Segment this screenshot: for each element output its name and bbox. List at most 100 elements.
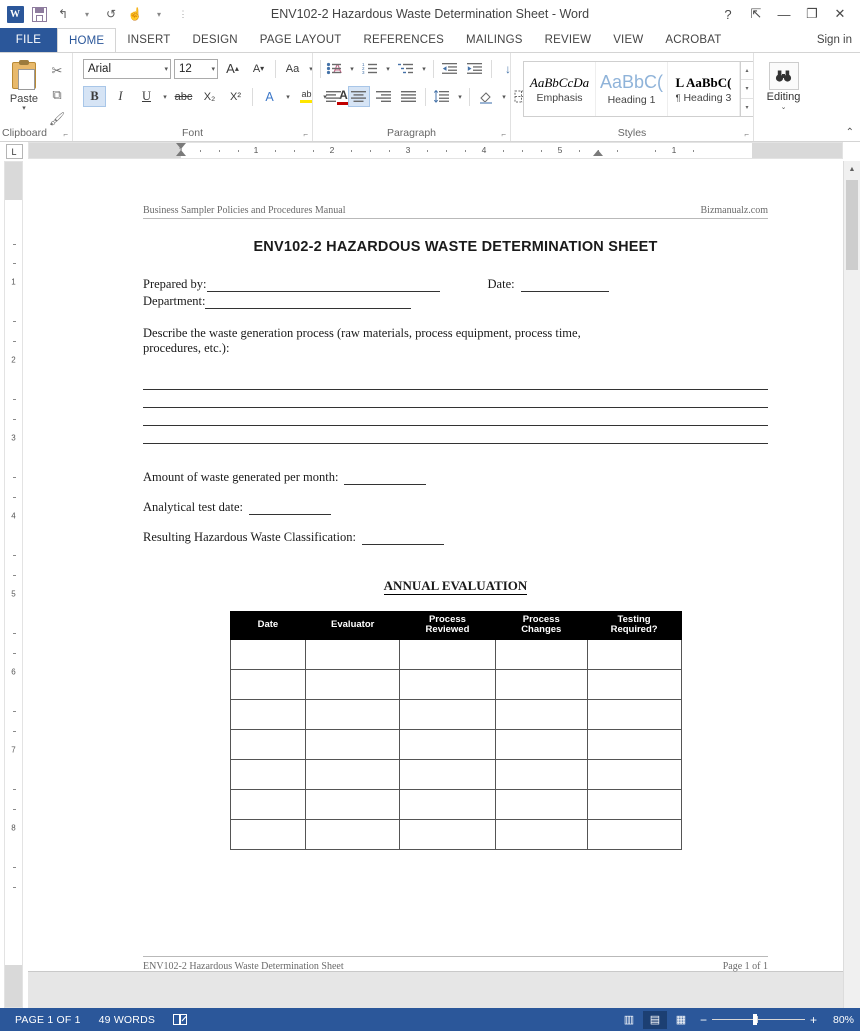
superscript-button[interactable]: X² [224,86,247,107]
tab-insert[interactable]: INSERT [116,28,181,52]
font-dialog-launcher[interactable]: ⌐ [303,130,308,139]
page-indicator[interactable]: PAGE 1 OF 1 [6,1014,90,1026]
change-case-icon[interactable]: Aa [281,58,304,79]
line-spacing-icon[interactable] [431,86,453,107]
styles-gallery-scroll[interactable]: ▴ ▾ ▾ [740,62,753,116]
amount-waste-field[interactable] [344,473,427,485]
clipboard-dialog-launcher[interactable]: ⌐ [63,130,68,139]
read-mode-icon[interactable]: ▥ [617,1011,641,1029]
italic-button[interactable]: I [109,86,132,107]
font-name-caret-icon[interactable]: ▾ [161,65,168,73]
shading-icon[interactable] [475,86,497,107]
description-line-3[interactable] [143,408,768,426]
numbering-icon[interactable]: 123 [359,58,381,79]
table-cell[interactable] [586,668,682,700]
table-cell[interactable] [305,638,401,670]
table-cell[interactable] [399,698,496,730]
table-cell[interactable] [494,668,588,700]
table-cell[interactable] [494,788,588,820]
tab-view[interactable]: VIEW [602,28,654,52]
shrink-font-icon[interactable]: A ▾ [247,58,270,79]
date-field[interactable] [520,280,609,292]
strikethrough-button[interactable]: abc [172,86,195,107]
zoom-level[interactable]: 80% [824,1014,854,1026]
table-cell[interactable] [494,638,588,670]
table-cell[interactable] [399,788,496,820]
bullets-icon[interactable] [323,58,345,79]
table-cell[interactable] [494,698,588,730]
minimize-icon[interactable]: — [770,2,798,26]
table-cell[interactable] [494,818,588,850]
table-cell[interactable] [494,758,588,790]
table-row[interactable] [229,638,682,670]
table-row[interactable] [229,728,682,760]
increase-indent-icon[interactable] [464,58,486,79]
table-cell[interactable] [229,668,307,700]
description-line-4[interactable] [143,426,768,444]
ribbon-display-options-icon[interactable]: ⇱ [742,2,770,26]
numbering-caret-icon[interactable]: ▾ [384,65,392,73]
tab-selector[interactable]: L [0,142,28,161]
editing-caret-icon[interactable]: ⌄ [781,103,787,111]
table-cell[interactable] [305,758,401,790]
web-layout-icon[interactable]: ▦ [669,1011,693,1029]
undo-icon[interactable]: ↰ [52,3,74,25]
table-cell[interactable] [305,788,401,820]
styles-scroll-up-icon[interactable]: ▴ [741,62,753,81]
zoom-slider[interactable]: − + [695,1014,822,1026]
editing-button[interactable]: Editing ⌄ [761,58,807,111]
styles-dialog-launcher[interactable]: ⌐ [744,130,749,139]
table-cell[interactable] [229,728,307,760]
grow-font-icon[interactable]: A ▴ [221,58,244,79]
description-line-1[interactable] [143,372,768,390]
zoom-thumb[interactable] [752,1014,757,1025]
save-icon[interactable] [28,3,50,25]
line-spacing-caret-icon[interactable]: ▾ [456,93,464,101]
paragraph-dialog-launcher[interactable]: ⌐ [501,130,506,139]
multilevel-list-icon[interactable] [395,58,417,79]
table-row[interactable] [229,758,682,790]
collapse-ribbon-icon[interactable]: ⌃ [846,127,854,138]
table-cell[interactable] [399,638,496,670]
align-right-icon[interactable] [373,86,395,107]
tab-review[interactable]: REVIEW [534,28,603,52]
description-lines[interactable] [143,372,768,444]
tab-references[interactable]: REFERENCES [352,28,455,52]
annual-evaluation-table[interactable]: Date Evaluator Process Reviewed Process Ch… [229,610,682,850]
vertical-scrollbar[interactable]: ▲ [843,161,860,1008]
table-cell[interactable] [586,818,682,850]
scrollbar-thumb[interactable] [846,180,858,270]
table-cell[interactable] [586,698,682,730]
table-cell[interactable] [229,638,307,670]
table-cell[interactable] [399,668,496,700]
font-name-combo[interactable]: Arial ▾ [83,58,171,79]
table-cell[interactable] [305,668,401,700]
horizontal-ruler[interactable]: 1 1 2 3 4 5 1 [28,142,843,159]
table-cell[interactable] [229,788,307,820]
shading-caret-icon[interactable]: ▾ [500,93,508,101]
font-size-combo[interactable]: 12 ▾ [174,58,218,79]
tab-page-layout[interactable]: PAGE LAYOUT [249,28,353,52]
document-page[interactable]: Business Sampler Policies and Procedures… [28,161,843,972]
styles-scroll-down-icon[interactable]: ▾ [741,80,753,99]
analytical-test-date-field[interactable] [248,503,331,515]
table-cell[interactable] [399,728,496,760]
paste-button[interactable]: Paste ▾ [4,58,44,112]
waste-classification-field[interactable] [361,533,444,545]
style-item-emphasis[interactable]: AaBbCcDa Emphasis [524,62,596,116]
scroll-up-icon[interactable]: ▲ [844,161,860,178]
copy-icon[interactable]: ⧉ [46,85,68,105]
table-row[interactable] [229,668,682,700]
description-line-2[interactable] [143,390,768,408]
justify-icon[interactable] [398,86,420,107]
table-cell[interactable] [586,728,682,760]
undo-dropdown-icon[interactable]: ▾ [76,3,98,25]
cut-icon[interactable]: ✂ [46,61,68,81]
bullets-caret-icon[interactable]: ▾ [348,65,356,73]
align-left-icon[interactable] [323,86,345,107]
table-cell[interactable] [399,758,496,790]
align-center-icon[interactable] [348,86,370,107]
table-cell[interactable] [229,758,307,790]
proofing-errors-icon[interactable] [164,1013,196,1025]
table-row[interactable] [229,818,682,850]
